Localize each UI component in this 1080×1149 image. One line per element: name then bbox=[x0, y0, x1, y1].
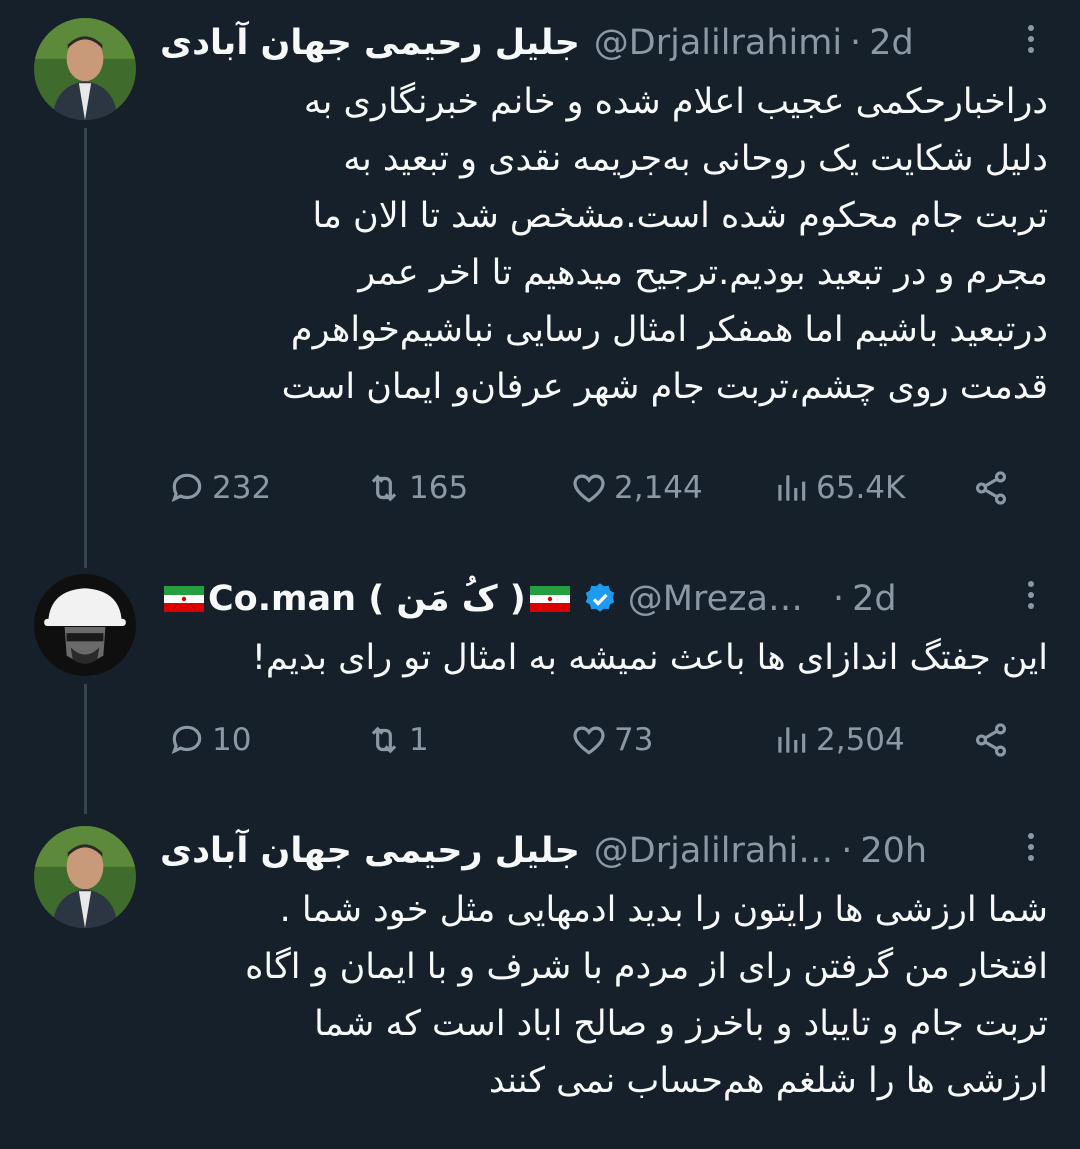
retweet-count: 165 bbox=[409, 470, 469, 506]
share-button[interactable] bbox=[972, 458, 1016, 518]
tweet-text: شما ارزشی ها رایتون را بدید ادمهایی مثل … bbox=[160, 882, 1048, 1110]
retweet-button[interactable]: 1 bbox=[365, 710, 429, 770]
reply-icon bbox=[171, 725, 202, 755]
tweet-line: ارزشی ها را شلغم هم‌حساب نمی کنند bbox=[488, 1061, 1048, 1101]
reply-button[interactable]: 232 bbox=[168, 458, 271, 518]
tweet[interactable]: Co.man ( کُ مَن ) @Mreza… · 2d این جفتگ … bbox=[0, 570, 1080, 790]
iran-flag-icon bbox=[164, 586, 204, 612]
share-icon bbox=[975, 723, 1007, 757]
tweet-text: دراخبارحکمی عجیب اعلام شده و خانم خبرنگا… bbox=[160, 74, 1048, 416]
share-button[interactable] bbox=[972, 710, 1016, 770]
display-name[interactable]: جلیل رحیمی جهان آبادی bbox=[160, 23, 580, 63]
verified-badge-icon bbox=[585, 583, 615, 612]
tweet-header: جلیل رحیمی جهان آبادی @Drjalilrahi… · 20… bbox=[160, 822, 1022, 880]
tweet-actions: 232 165 2,144 65.4K bbox=[160, 458, 1020, 518]
tweet-line: این جفتگ اندازای ها باعث نمیشه به امثال … bbox=[251, 638, 1048, 678]
user-handle[interactable]: @Drjalilrahi… bbox=[594, 831, 833, 871]
separator-dot: · bbox=[832, 579, 845, 619]
tweet-line: افتخار من گرفتن رای از مردم با شرف و با … bbox=[245, 947, 1048, 987]
display-name[interactable]: Co.man ( کُ مَن ) bbox=[208, 579, 526, 619]
like-count: 2,144 bbox=[614, 470, 703, 506]
tweet-line: قدمت روی چشم،تربت جام شهر عرفان‌و ایمان … bbox=[281, 367, 1048, 407]
reply-count: 10 bbox=[212, 722, 252, 758]
retweet-icon bbox=[371, 726, 397, 754]
reply-icon bbox=[171, 473, 202, 503]
views-count: 65.4K bbox=[816, 470, 906, 506]
views-count: 2,504 bbox=[816, 722, 905, 758]
tweet[interactable]: جلیل رحیمی جهان آبادی @Drjalilrahi… · 20… bbox=[0, 822, 1080, 1142]
bar-chart-icon bbox=[778, 727, 806, 753]
tweet-line: شما ارزشی ها رایتون را بدید ادمهایی مثل … bbox=[279, 890, 1048, 930]
timestamp[interactable]: 20h bbox=[860, 831, 927, 871]
tweet-line: دلیل شکایت یک روحانی به‌جریمه نقدی و تبع… bbox=[343, 139, 1048, 179]
like-button[interactable]: 2,144 bbox=[570, 458, 703, 518]
heart-icon bbox=[573, 474, 605, 503]
share-icon bbox=[975, 471, 1007, 505]
more-options-icon[interactable] bbox=[1024, 576, 1038, 622]
separator-dot: · bbox=[850, 23, 862, 63]
reply-count: 232 bbox=[212, 470, 272, 506]
tweet-line: مجرم و در تبعید بودیم.ترجیح میدهیم تا اخ… bbox=[358, 253, 1048, 293]
timestamp[interactable]: 2d bbox=[852, 579, 897, 619]
user-handle[interactable]: @Drjalilrahimi bbox=[594, 23, 842, 63]
reply-button[interactable]: 10 bbox=[168, 710, 251, 770]
more-options-icon[interactable] bbox=[1024, 828, 1038, 874]
heart-icon bbox=[573, 726, 605, 755]
separator-dot: · bbox=[841, 831, 853, 871]
avatar[interactable] bbox=[34, 574, 136, 676]
views-button[interactable]: 2,504 bbox=[772, 710, 905, 770]
tweet-line: دراخبارحکمی عجیب اعلام شده و خانم خبرنگا… bbox=[303, 82, 1048, 122]
user-handle[interactable]: @Mreza… bbox=[628, 579, 803, 619]
tweet-header: Co.man ( کُ مَن ) @Mreza… · 2d bbox=[160, 570, 1022, 628]
tweet[interactable]: جلیل رحیمی جهان آبادی @Drjalilrahimi · 2… bbox=[0, 14, 1080, 534]
retweet-button[interactable]: 165 bbox=[365, 458, 468, 518]
tweet-header: جلیل رحیمی جهان آبادی @Drjalilrahimi · 2… bbox=[160, 14, 1022, 72]
like-count: 73 bbox=[614, 722, 654, 758]
display-name[interactable]: جلیل رحیمی جهان آبادی bbox=[160, 831, 580, 871]
iran-flag-icon bbox=[529, 586, 570, 612]
tweet-line: درتبعید باشیم اما همفکر امثال رسایی نباش… bbox=[290, 310, 1048, 350]
like-button[interactable]: 73 bbox=[570, 710, 653, 770]
timestamp[interactable]: 2d bbox=[869, 23, 914, 63]
retweet-count: 1 bbox=[409, 722, 429, 758]
tweet-line: تربت جام محکوم شده است.مشخص شد تا الان م… bbox=[312, 196, 1048, 236]
retweet-icon bbox=[371, 474, 397, 502]
avatar[interactable] bbox=[34, 18, 136, 120]
avatar[interactable] bbox=[34, 826, 136, 928]
bar-chart-icon bbox=[778, 475, 806, 501]
views-button[interactable]: 65.4K bbox=[772, 458, 905, 518]
tweet-line: تربت جام و تایباد و باخرز و صالح اباد اس… bbox=[314, 1004, 1048, 1044]
more-options-icon[interactable] bbox=[1024, 20, 1038, 66]
tweet-text: این جفتگ اندازای ها باعث نمیشه به امثال … bbox=[160, 630, 1048, 687]
tweet-actions: 10 1 73 2,504 bbox=[160, 710, 1020, 770]
